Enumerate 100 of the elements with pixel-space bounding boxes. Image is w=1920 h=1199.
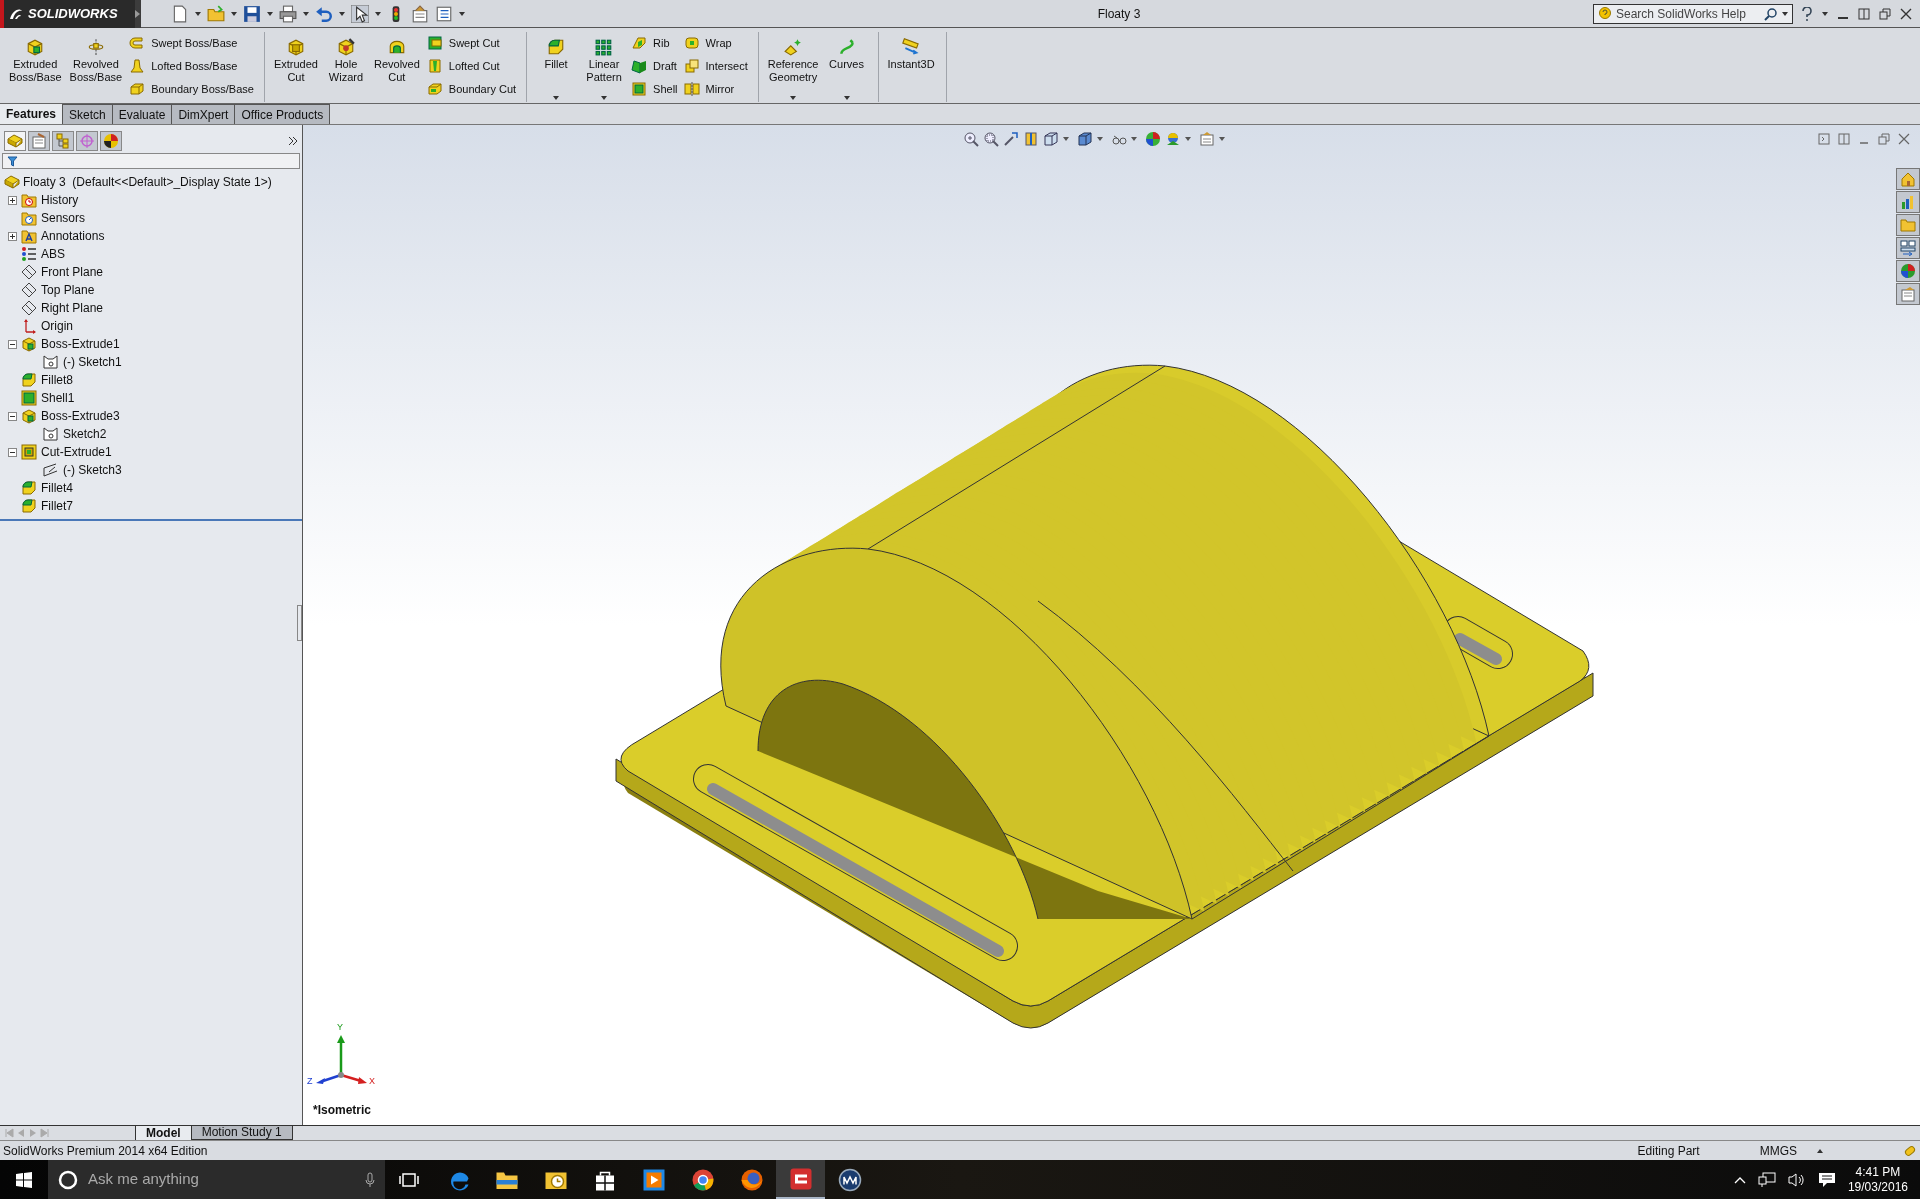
panel-tab[interactable] [28, 131, 50, 151]
tree-item[interactable]: Fillet7 [41, 497, 73, 515]
appearance-ball-icon[interactable] [1145, 131, 1161, 147]
task-pane-tab[interactable] [1896, 191, 1920, 213]
restore-icon[interactable] [1878, 133, 1890, 145]
display-style-icon[interactable] [1077, 131, 1093, 147]
restore-icon[interactable] [1879, 7, 1891, 20]
network-icon[interactable] [1757, 1171, 1776, 1188]
tree-item[interactable]: (-) Sketch1 [63, 353, 122, 371]
caret-icon[interactable] [1219, 137, 1225, 141]
printer-icon[interactable] [279, 4, 297, 23]
command-button[interactable]: Extruded Cut [270, 32, 321, 102]
tree-item[interactable]: Annotations [41, 227, 105, 245]
undo-icon[interactable] [315, 4, 333, 23]
options-icon[interactable] [411, 4, 429, 23]
command-button[interactable]: Hole Wizard [322, 32, 369, 102]
double-chevron-icon[interactable] [288, 136, 298, 146]
task-pane-tab[interactable] [1896, 168, 1920, 190]
caret-icon[interactable] [339, 11, 345, 16]
caret-icon[interactable] [1185, 137, 1191, 141]
new-document-icon[interactable] [171, 4, 189, 23]
caret-icon[interactable] [231, 11, 237, 16]
caret-icon[interactable] [195, 11, 201, 16]
caret-icon[interactable] [1131, 137, 1137, 141]
caret-icon[interactable] [267, 11, 273, 16]
tree-item[interactable]: Floaty 3 (Default<<Default>_Display State 1>) [23, 173, 272, 191]
command-tab[interactable]: Features [0, 104, 64, 124]
caret-icon[interactable] [1822, 11, 1828, 16]
command-tab[interactable]: Sketch [63, 104, 113, 124]
command-button[interactable]: Shell [631, 79, 680, 99]
command-button[interactable]: Extruded Boss/Base [6, 32, 65, 102]
tree-item[interactable]: Sketch2 [63, 425, 107, 443]
tile-icon[interactable] [1858, 7, 1870, 20]
caret-up-icon[interactable] [1817, 1148, 1823, 1153]
tree-item[interactable]: (-) Sketch3 [63, 461, 122, 479]
command-button[interactable]: Revolved Boss/Base [66, 32, 126, 102]
command-button[interactable]: Lofted Cut [426, 56, 519, 76]
caret-icon[interactable] [1097, 137, 1103, 141]
units-status[interactable]: MMGS [1759, 1141, 1797, 1160]
filter-field[interactable] [2, 153, 300, 169]
list-icon[interactable] [435, 4, 453, 23]
clock-date[interactable]: 19/03/2016 [1847, 1179, 1908, 1195]
caret-icon[interactable] [375, 11, 381, 16]
command-button[interactable]: Linear Pattern [581, 32, 628, 102]
tree-item[interactable]: Sensors [41, 209, 86, 227]
zoom-fit-icon[interactable] [963, 131, 979, 147]
command-tab[interactable]: DimXpert [172, 104, 236, 124]
command-button[interactable]: Rib [631, 33, 680, 53]
help-search-field[interactable]: Search SolidWorks Help [1593, 3, 1793, 24]
previous-view-icon[interactable] [1003, 131, 1019, 147]
folder-icon[interactable] [207, 4, 225, 23]
clock-time[interactable]: 4:41 PM [1855, 1164, 1901, 1180]
collapse-toggle-icon[interactable] [8, 411, 17, 421]
task-pane-tab[interactable] [1896, 283, 1920, 305]
tree-item[interactable]: ABS [41, 245, 65, 263]
command-button[interactable]: Curves [823, 32, 870, 102]
close-icon[interactable] [1898, 133, 1910, 145]
caret-icon[interactable] [459, 11, 465, 16]
tree-item[interactable]: Fillet8 [41, 371, 73, 389]
command-button[interactable]: Boundary Boss/Base [129, 79, 256, 99]
task-pane-tab[interactable] [1896, 237, 1920, 259]
tile-horizontal-icon[interactable] [1818, 133, 1830, 145]
command-button[interactable]: Reference Geometry [764, 32, 822, 102]
command-button[interactable]: Mirror [683, 79, 750, 99]
command-button[interactable]: Wrap [683, 33, 750, 53]
tree-item[interactable]: Fillet4 [41, 479, 73, 497]
tree-item[interactable]: Origin [41, 317, 73, 335]
view-orientation-icon[interactable] [1043, 131, 1059, 147]
search-input[interactable]: Ask me anything [88, 1168, 355, 1191]
task-pane-tab[interactable] [1896, 214, 1920, 236]
command-button[interactable]: Draft [631, 56, 680, 76]
tree-item[interactable]: Boss-Extrude1 [41, 335, 120, 353]
tile-vertical-icon[interactable] [1838, 133, 1850, 145]
command-button[interactable]: Fillet [533, 32, 580, 102]
section-view-icon[interactable] [1023, 131, 1039, 147]
tree-item[interactable]: Front Plane [41, 263, 104, 281]
taskbar-app-button[interactable] [776, 1160, 825, 1199]
tree-item[interactable]: Right Plane [41, 299, 104, 317]
panel-tab[interactable] [100, 131, 122, 151]
panel-splitter-handle[interactable] [297, 605, 302, 641]
close-icon[interactable] [1900, 7, 1912, 20]
command-button[interactable]: Instant3D [884, 32, 938, 102]
command-tab[interactable]: Office Products [235, 104, 331, 124]
command-tab[interactable]: Evaluate [112, 104, 173, 124]
tree-item[interactable]: Top Plane [41, 281, 95, 299]
caret-icon[interactable] [1063, 137, 1069, 141]
taskbar-search-field[interactable]: Ask me anything [48, 1160, 385, 1199]
zoom-area-icon[interactable] [983, 131, 999, 147]
command-button[interactable]: Intersect [683, 56, 750, 76]
caret-icon[interactable] [303, 11, 309, 16]
speaker-icon[interactable] [1787, 1171, 1806, 1188]
tree-item[interactable]: Shell1 [41, 389, 75, 407]
tree-item[interactable]: Cut-Extrude1 [41, 443, 112, 461]
expand-arrow-icon[interactable] [135, 9, 140, 18]
help-icon[interactable] [1801, 6, 1813, 21]
expand-toggle-icon[interactable] [8, 231, 17, 241]
command-button[interactable]: Swept Boss/Base [129, 33, 256, 53]
command-button[interactable]: Boundary Cut [426, 79, 519, 99]
command-button[interactable]: Swept Cut [426, 33, 519, 53]
pointer-icon[interactable] [351, 4, 369, 23]
